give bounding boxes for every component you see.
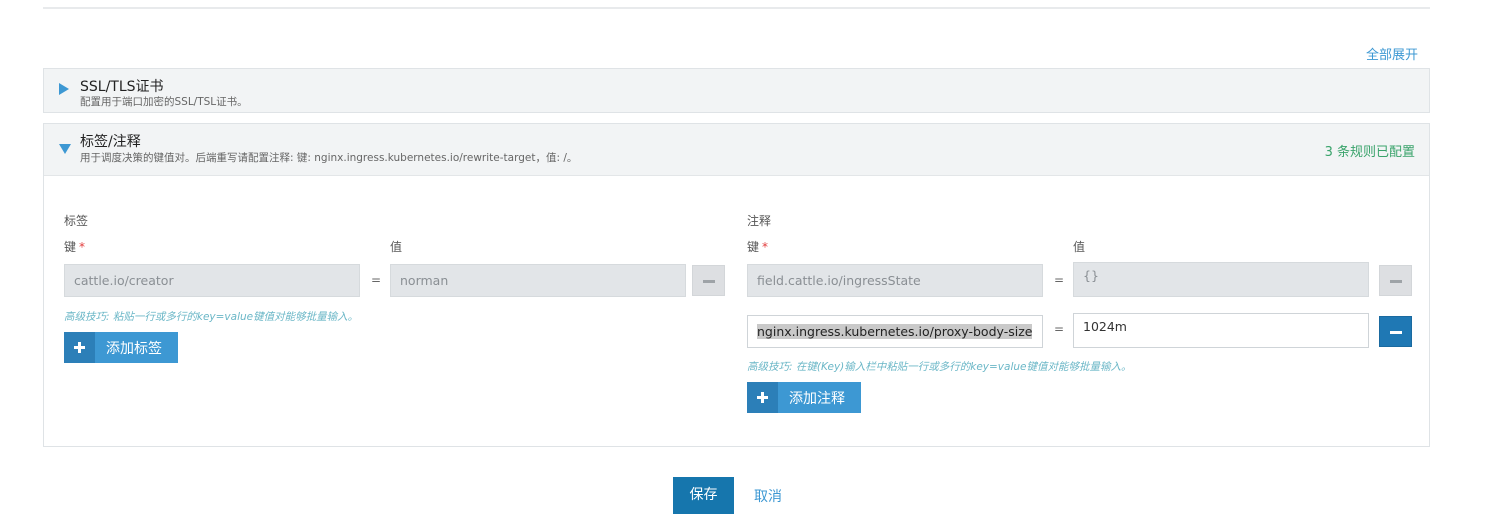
- annotations-paste-tip: 高级技巧: 在键(Key)输入栏中粘贴一行或多行的key=value键值对能够批…: [747, 361, 1132, 373]
- required-mark: *: [762, 240, 769, 254]
- labels-key-label: 键: [64, 240, 77, 254]
- add-annotation-button[interactable]: 添加注释: [747, 382, 861, 413]
- ssl-tls-accordion-header[interactable]: SSL/TLS证书 配置用于端口加密的SSL/TSL证书。: [44, 69, 1429, 112]
- ssl-tls-description: 配置用于端口加密的SSL/TSL证书。: [80, 96, 248, 108]
- labels-key-header: 键 *: [64, 238, 85, 255]
- annotations-key-header: 键 *: [747, 238, 768, 255]
- annotation-value-textarea-1[interactable]: {}: [1073, 262, 1369, 297]
- collapse-triangle-icon[interactable]: [59, 144, 71, 154]
- add-label-button-label: 添加标签: [106, 341, 162, 357]
- plus-icon: [747, 382, 778, 413]
- labels-value-header: 值: [390, 240, 403, 254]
- save-button[interactable]: 保存: [673, 477, 734, 514]
- label-equals-sign: =: [371, 273, 382, 287]
- rules-configured-status: 3 条规则已配置: [1324, 145, 1415, 160]
- annotation-key-input-1[interactable]: field.cattle.io/ingressState: [747, 264, 1043, 297]
- top-divider: [43, 7, 1430, 9]
- ssl-tls-title: SSL/TLS证书: [80, 79, 164, 95]
- labels-heading: 标签: [64, 214, 89, 228]
- add-label-button[interactable]: 添加标签: [64, 332, 178, 363]
- label-value-input[interactable]: norman: [390, 264, 686, 297]
- remove-annotation-button-1[interactable]: [1379, 265, 1412, 296]
- remove-annotation-button-2[interactable]: [1379, 316, 1412, 347]
- remove-label-button[interactable]: [692, 265, 725, 296]
- annotations-key-label: 键: [747, 240, 760, 254]
- labels-annotations-accordion-header[interactable]: 标签/注释 用于调度决策的键值对。后端重写请配置注释: 键: nginx.ing…: [44, 124, 1429, 176]
- annotation-equals-sign-1: =: [1054, 273, 1065, 287]
- annotation-value-textarea-2[interactable]: 1024m: [1073, 313, 1369, 348]
- ssl-tls-accordion[interactable]: SSL/TLS证书 配置用于端口加密的SSL/TSL证书。: [43, 68, 1430, 113]
- expand-all-link[interactable]: 全部展开: [1366, 44, 1418, 63]
- annotations-heading: 注释: [747, 214, 772, 228]
- plus-icon: [64, 332, 95, 363]
- add-annotation-button-label: 添加注释: [789, 391, 845, 407]
- annotations-value-header: 值: [1073, 240, 1086, 254]
- expand-triangle-icon[interactable]: [59, 83, 69, 95]
- cancel-link[interactable]: 取消: [754, 486, 782, 506]
- minus-icon: [703, 280, 715, 283]
- annotation-equals-sign-2: =: [1054, 322, 1065, 336]
- annotation-key-input-2[interactable]: nginx.ingress.kubernetes.io/proxy-body-s…: [747, 315, 1043, 348]
- labels-annotations-description: 用于调度决策的键值对。后端重写请配置注释: 键: nginx.ingress.k…: [80, 152, 578, 164]
- label-key-input[interactable]: cattle.io/creator: [64, 264, 360, 297]
- labels-annotations-title: 标签/注释: [80, 134, 141, 150]
- required-mark: *: [79, 240, 86, 254]
- selected-key-text: nginx.ingress.kubernetes.io/proxy-body-s…: [757, 324, 1033, 339]
- minus-icon: [1390, 280, 1402, 283]
- labels-paste-tip: 高级技巧: 粘贴一行或多行的key=value键值对能够批量输入。: [64, 311, 359, 323]
- minus-icon: [1390, 331, 1402, 334]
